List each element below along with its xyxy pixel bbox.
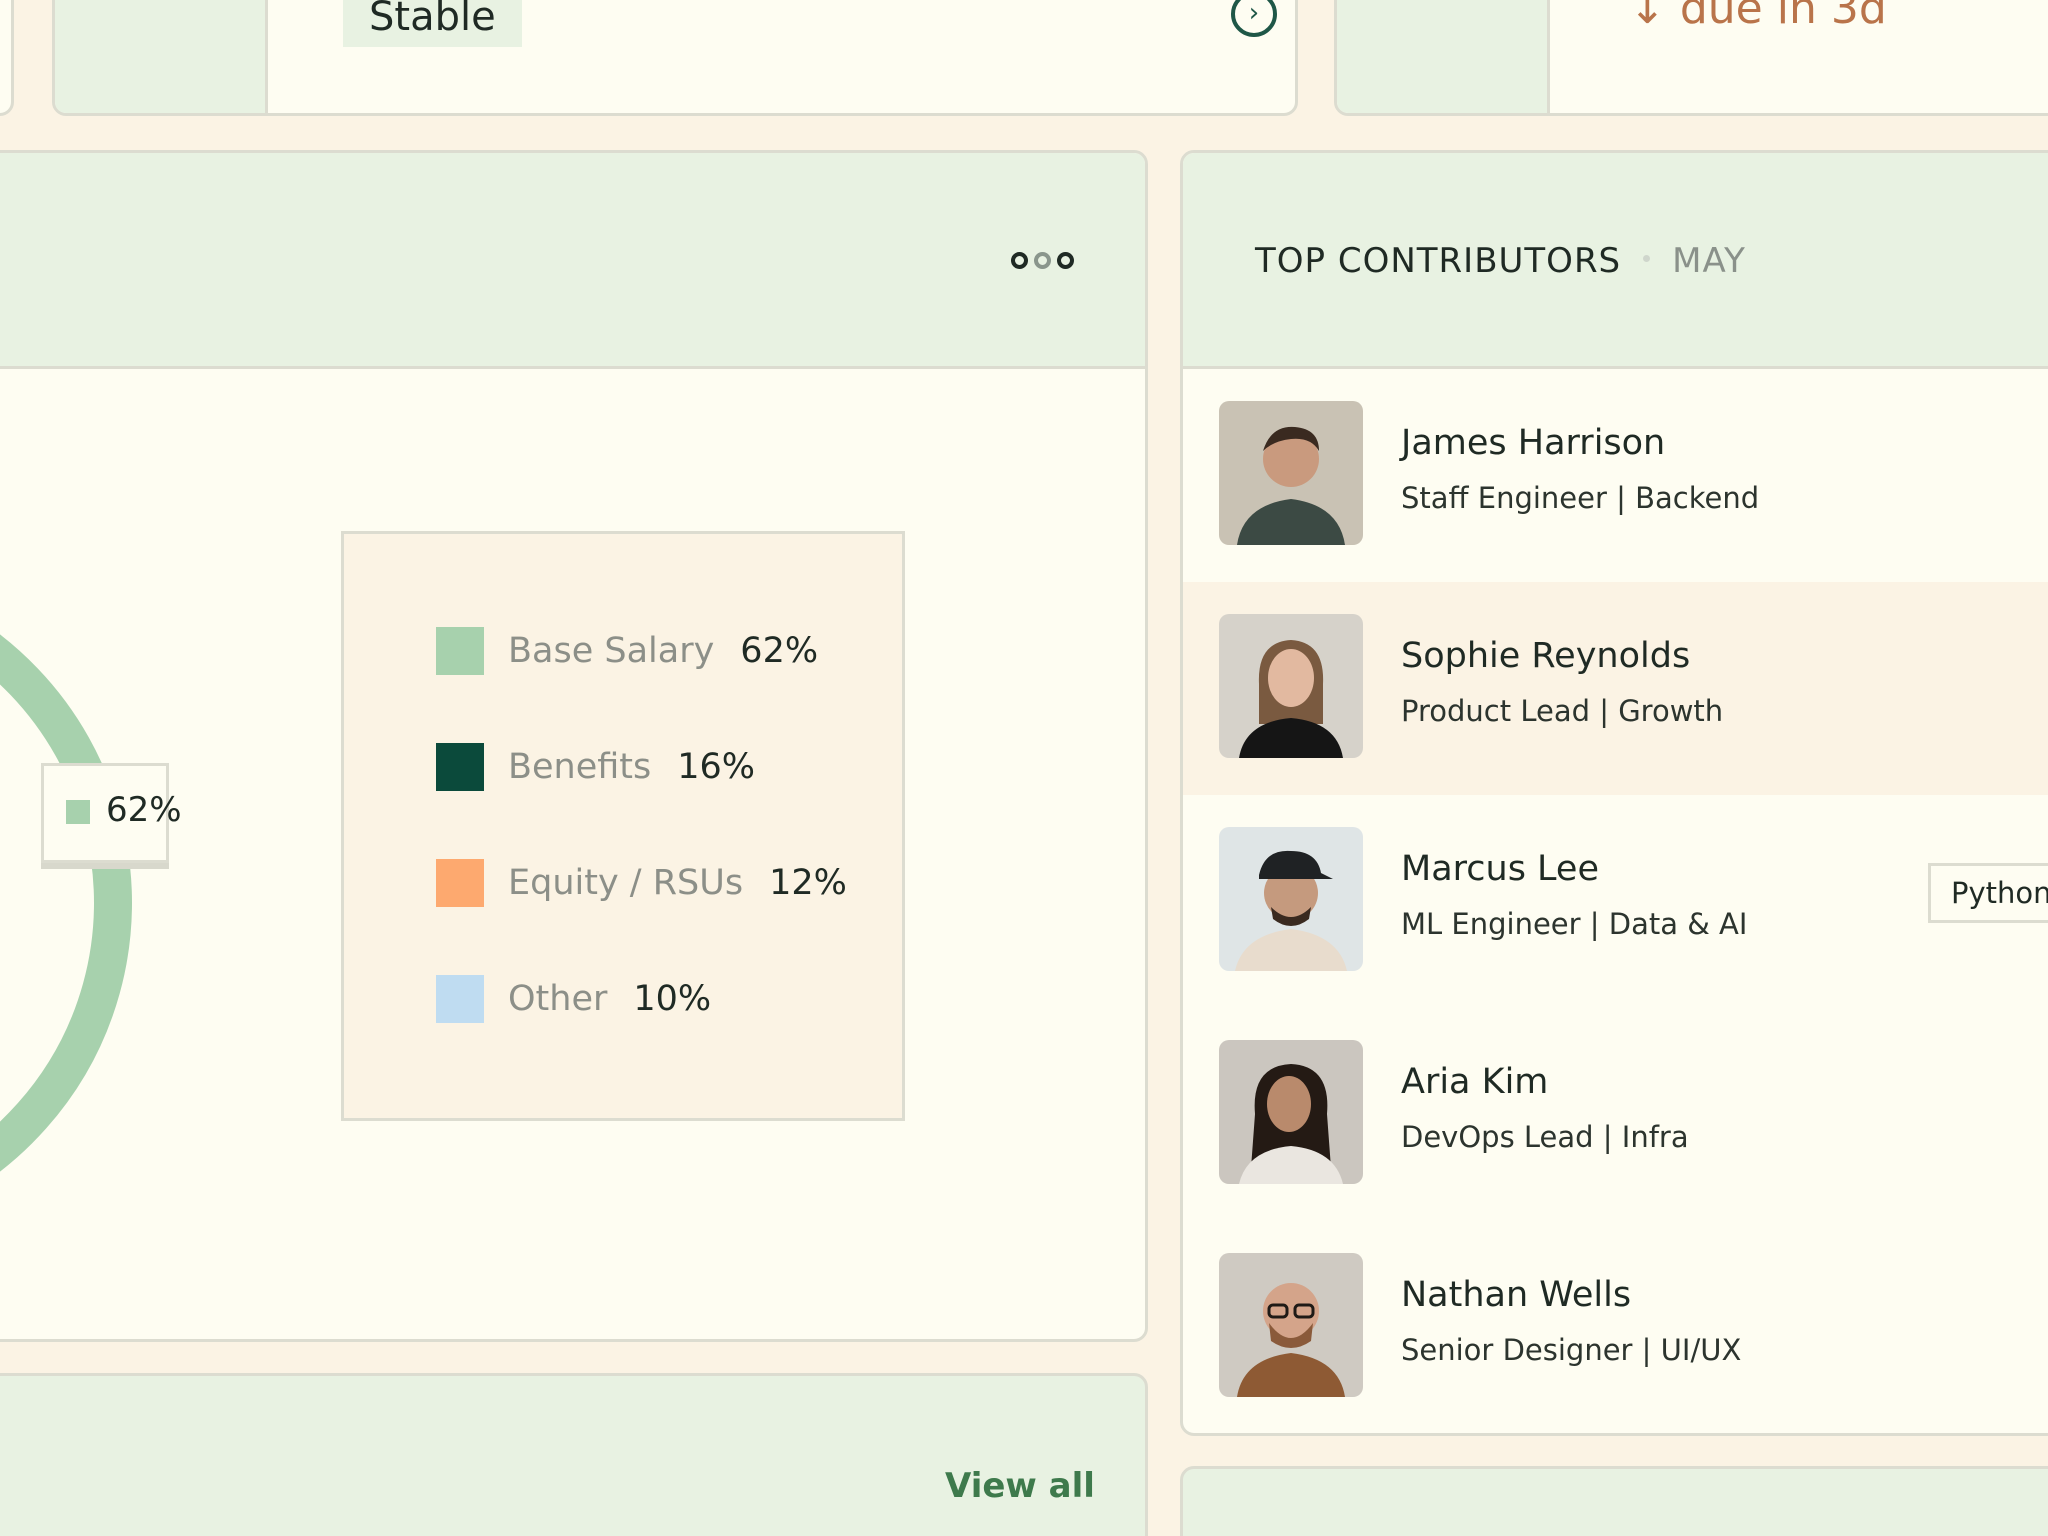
contributor-role: Staff Engineer | Backend [1401,481,1760,515]
tooltip-value: 62% [106,790,182,830]
title-separator [1643,255,1651,262]
contributor-role: DevOps Lead | Infra [1401,1120,1689,1154]
chart-tooltip: 62% [41,763,182,863]
donut-slice-base-salary[interactable] [0,602,132,1223]
donut-chart [0,602,132,1223]
legend-value: 62% [740,631,819,671]
legend-label: Benefits [508,747,652,787]
legend-label: Base Salary [508,631,715,671]
avatar [1219,1253,1363,1397]
status-badge: Stable [343,0,522,47]
stat-card-due: ↓ due in 3d [1334,0,2048,116]
card-title-text: TOP CONTRIBUTORS [1255,241,1622,281]
contributor-name: Marcus Lee [1401,849,1600,889]
more-dot [1057,252,1074,269]
tooltip-swatch [66,800,90,824]
more-dot [1034,252,1051,269]
contributor-role: Product Lead | Growth [1401,694,1724,728]
stat-card-edge [0,0,14,116]
card-header [0,153,1145,369]
bottom-card: View all [0,1373,1148,1536]
view-all-link[interactable]: View all [945,1466,1095,1506]
stat-card-status: Stable › [52,0,1298,116]
legend-item[interactable]: Equity / RSUs 12% [436,858,847,908]
legend-swatch [436,859,484,907]
chevron-right-icon[interactable]: › [1231,0,1277,37]
bottom-card-right [1180,1466,2048,1536]
contributor-role: ML Engineer | Data & AI [1401,907,1748,941]
skill-tag[interactable]: Python [1928,863,2048,923]
contributor-name: Nathan Wells [1401,1275,1632,1315]
more-options-icon[interactable] [1011,252,1074,269]
legend-item[interactable]: Benefits 16% [436,742,755,792]
more-dot [1011,252,1028,269]
stat-card-icon-strip [55,0,268,113]
avatar [1219,614,1363,758]
contributor-row[interactable]: Aria Kim DevOps Lead | Infra [1183,1008,2048,1221]
avatar [1219,401,1363,545]
card-header: TOP CONTRIBUTORS MAY [1183,153,2048,369]
legend-item[interactable]: Other 10% [436,974,711,1024]
contributor-name: James Harrison [1401,423,1666,463]
legend-label: Other [508,979,608,1019]
legend-value: 12% [769,863,847,903]
legend-item[interactable]: Base Salary 62% [436,626,818,676]
card-title: TOP CONTRIBUTORS MAY [1255,241,1746,281]
period-label: MAY [1672,241,1746,281]
chart-legend: Base Salary 62% Benefits 16% Equity / RS… [341,531,905,1121]
legend-swatch [436,975,484,1023]
legend-swatch [436,627,484,675]
stat-card-icon-strip [1337,0,1550,113]
legend-label: Equity / RSUs [508,863,744,903]
avatar [1219,827,1363,971]
compensation-breakdown-card: 62% Base Salary 62% Benefits 16% Equity … [0,150,1148,1342]
top-contributors-card: TOP CONTRIBUTORS MAY James Harrison Staff… [1180,150,2048,1436]
avatar [1219,1040,1363,1184]
contributor-name: Sophie Reynolds [1401,636,1691,676]
contributor-role: Senior Designer | UI/UX [1401,1333,1742,1367]
contributor-row[interactable]: Nathan Wells Senior Designer | UI/UX [1183,1221,2048,1433]
legend-swatch [436,743,484,791]
contributor-name: Aria Kim [1401,1062,1549,1102]
due-label: ↓ due in 3d [1629,0,1887,34]
legend-value: 16% [677,747,756,787]
contributor-row[interactable]: Marcus Lee ML Engineer | Data & AI Pytho… [1183,795,2048,1008]
contributor-row[interactable]: Sophie Reynolds Product Lead | Growth [1183,582,2048,795]
contributor-row[interactable]: James Harrison Staff Engineer | Backend [1183,369,2048,582]
legend-value: 10% [633,979,712,1019]
